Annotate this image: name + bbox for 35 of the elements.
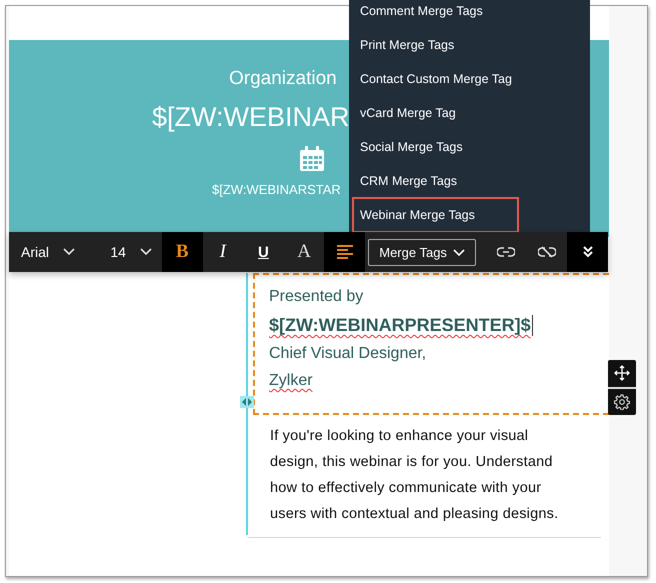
menu-item[interactable]: Contact Custom Merge Tag	[349, 62, 586, 96]
double-chevron-icon	[582, 246, 594, 258]
calendar-icon	[298, 145, 326, 173]
company-text: Zylker	[269, 372, 313, 390]
settings-icon	[614, 394, 630, 410]
align-button[interactable]	[324, 232, 366, 272]
underline-button[interactable]: U	[243, 232, 284, 272]
size-select[interactable]: 14	[88, 232, 162, 272]
menu-item[interactable]: CRM Merge Tags	[349, 164, 586, 198]
chevron-icon	[140, 248, 152, 256]
description-text: If you're looking to enhance your visual design, this webinar is for you. Understand how to effectively communicate with your users with contextual and pleasing designs.	[270, 427, 560, 524]
resize-handle-icon[interactable]	[240, 396, 254, 408]
align-left-icon	[336, 245, 353, 259]
menu-item[interactable]: Webinar Merge Tags	[354, 199, 517, 231]
job-title-text: Chief Visual Designer,	[269, 345, 428, 363]
chevron-icon	[63, 248, 76, 256]
menu-item[interactable]: Comment Merge Tags	[349, 0, 586, 28]
presenter-tag-text: $[ZW:WEBINARPRESENTER]$	[269, 315, 533, 336]
link-icon	[497, 247, 516, 257]
merge-tags-dropdown[interactable]: Merge Tags	[368, 239, 476, 266]
menu-item[interactable]: Social Merge Tags	[349, 130, 586, 164]
font-color-button[interactable]: A	[284, 232, 324, 272]
bold-button[interactable]: B	[162, 232, 203, 272]
unlink-icon	[538, 246, 556, 258]
webinar-tag-text: $[ZW:WEBINAR	[152, 102, 350, 133]
menu-item[interactable]: vCard Merge Tag	[349, 96, 586, 130]
more-button[interactable]	[567, 232, 608, 272]
font-select[interactable]: Arial	[9, 232, 88, 272]
italic-button[interactable]: I	[202, 232, 244, 272]
chevron-icon	[452, 248, 465, 256]
presented-by-text: Presented by	[269, 288, 364, 306]
start-tag-text: $[ZW:WEBINARSTAR	[212, 182, 341, 197]
menu-item[interactable]: Print Merge Tags	[349, 28, 586, 62]
move-icon	[614, 365, 630, 382]
organization-text: Organization	[229, 68, 337, 90]
